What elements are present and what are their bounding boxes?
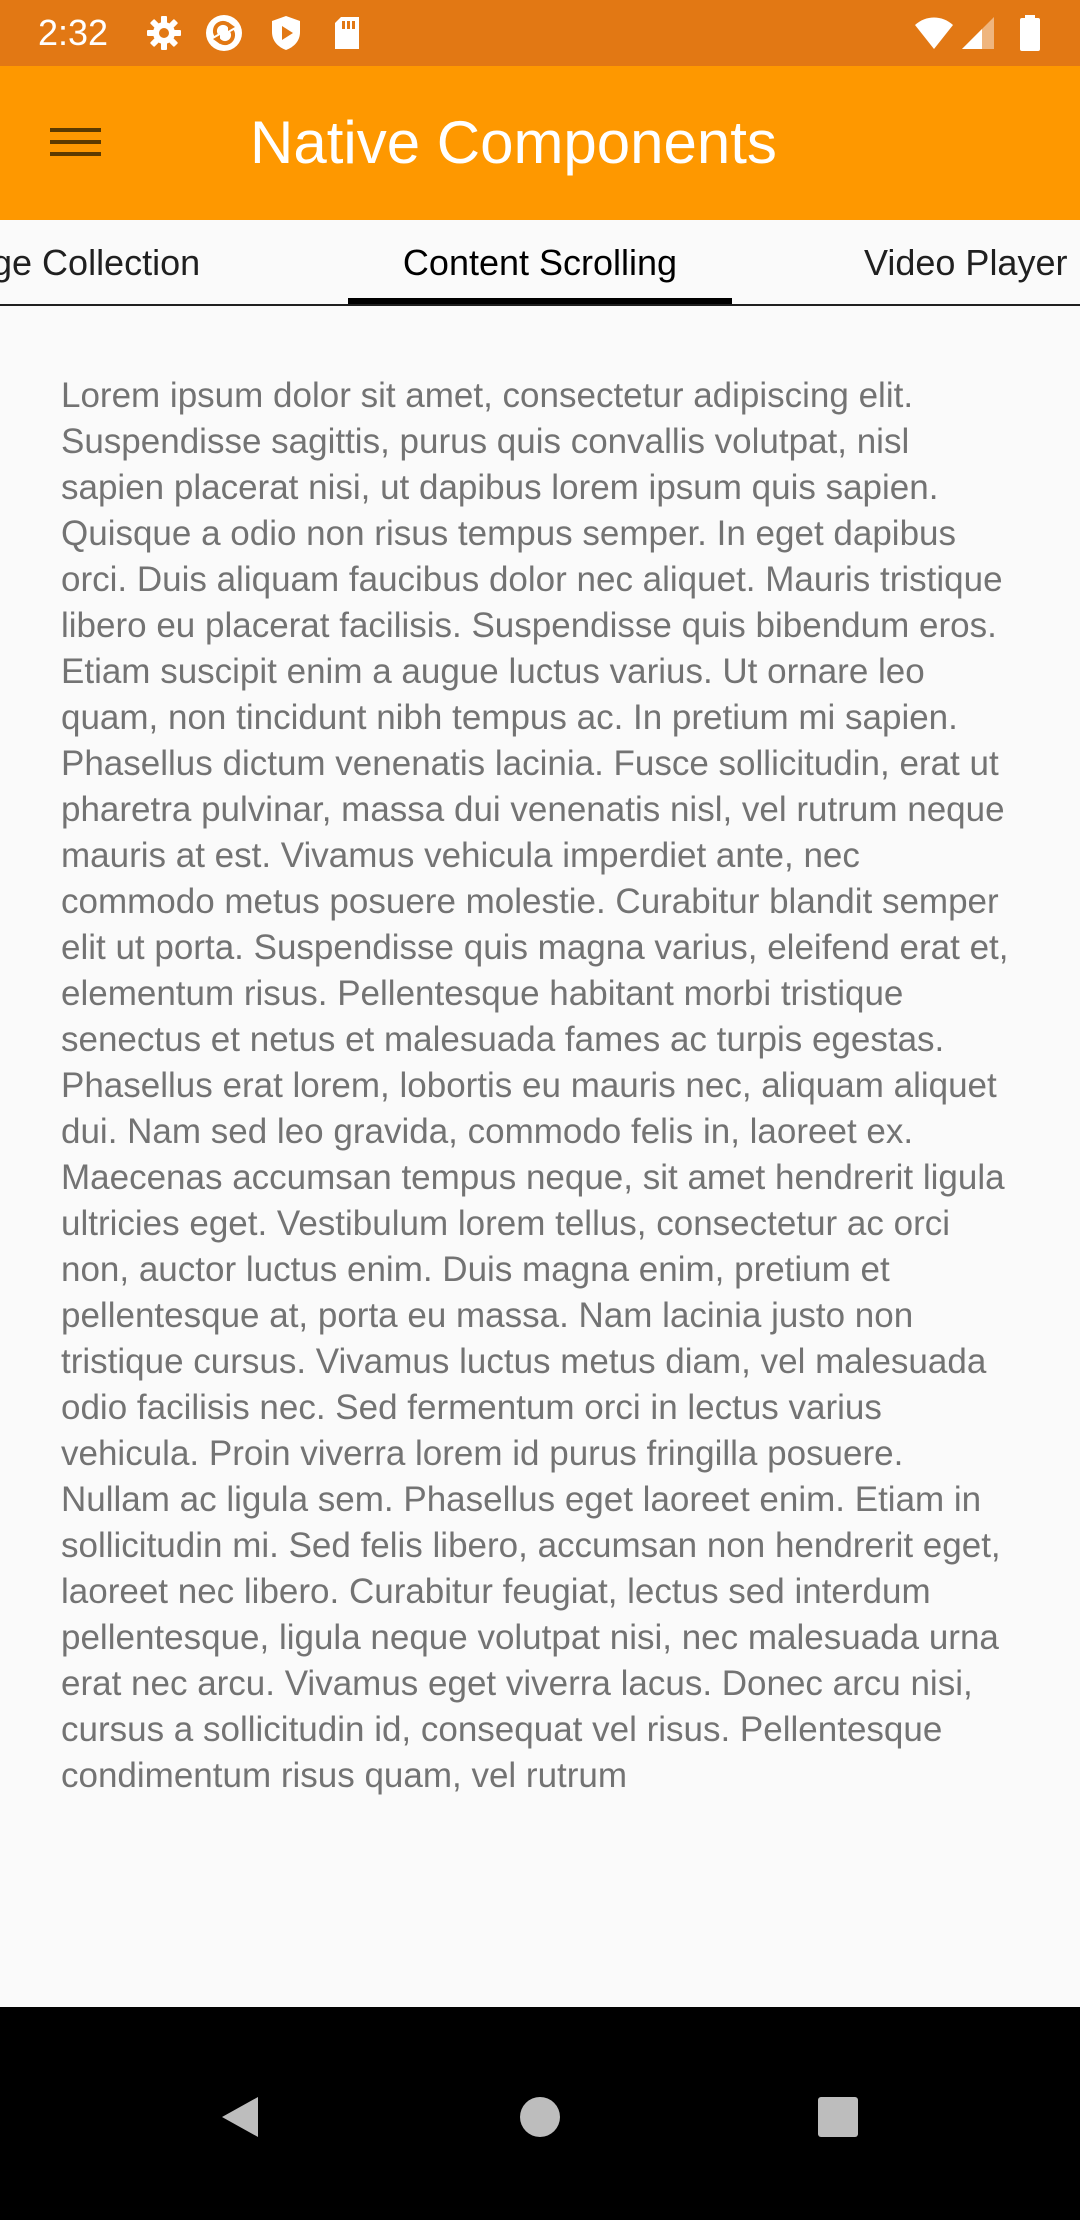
sync-icon [204,13,244,53]
tab-image-collection[interactable]: ge Collection [0,220,200,306]
tab-content-scrolling[interactable]: Content Scrolling [348,220,732,306]
app-title: Native Components [250,109,777,176]
battery-icon [1010,13,1050,53]
tab-selected-indicator [348,298,732,304]
status-time: 2:32 [38,12,109,53]
back-button[interactable] [200,2077,280,2157]
home-button[interactable] [500,2077,580,2157]
system-nav-bar [0,2007,1080,2220]
cell-signal-icon [958,13,998,53]
wifi-icon [914,13,954,53]
menu-button[interactable] [36,113,116,173]
recents-button[interactable] [798,2077,878,2157]
content-area: Lorem ipsum dolor sit amet, consectetur … [0,306,1080,1950]
scroll-view[interactable]: Lorem ipsum dolor sit amet, consectetur … [61,373,1021,1947]
recents-icon [818,2097,858,2137]
app-bar: Native Components [0,66,1080,220]
shield-icon [266,13,306,53]
tab-bar: ge Collection Content Scrolling Video Pl… [0,220,1080,306]
hamburger-menu-icon [50,128,101,156]
lorem-ipsum-text: Lorem ipsum dolor sit amet, consectetur … [61,376,1009,1795]
back-icon [222,2097,258,2137]
settings-icon [144,13,184,53]
sd-card-icon [327,13,367,53]
status-bar: 2:32 [0,0,1080,66]
tab-video-player[interactable]: Video Player [864,220,1067,306]
home-icon [520,2097,560,2137]
